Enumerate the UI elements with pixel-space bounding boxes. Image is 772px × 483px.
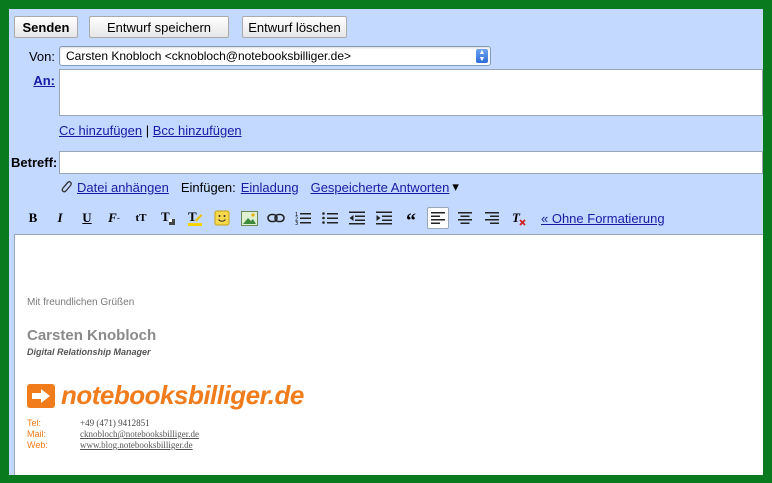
- svg-text:T: T: [512, 210, 521, 225]
- mail-value[interactable]: cknobloch@notebooksbilliger.de: [80, 429, 199, 439]
- indent-less-icon[interactable]: [346, 207, 368, 229]
- invitation-link[interactable]: Einladung: [241, 180, 299, 195]
- bold-icon[interactable]: B: [22, 207, 44, 229]
- align-right-icon[interactable]: [481, 207, 503, 229]
- logo-text: notebooksbilliger.de: [61, 380, 304, 410]
- to-field[interactable]: [59, 69, 763, 116]
- dropdown-arrow-icon[interactable]: ▾: [452, 179, 459, 195]
- paperclip-icon: [59, 179, 73, 195]
- delete-draft-button[interactable]: Entwurf löschen: [242, 16, 347, 38]
- svg-text:3: 3: [295, 221, 298, 225]
- remove-formatting-icon[interactable]: T: [508, 207, 530, 229]
- tel-key: Tel:: [27, 418, 42, 428]
- web-value[interactable]: www.blog.notebooksbilliger.de: [80, 440, 193, 450]
- font-size-icon[interactable]: tT: [130, 207, 152, 229]
- add-bcc-link[interactable]: Bcc hinzufügen: [153, 123, 242, 138]
- insert-label: Einfügen:: [180, 179, 236, 195]
- subject-field[interactable]: [59, 151, 763, 174]
- align-center-icon[interactable]: [454, 207, 476, 229]
- from-select[interactable]: Carsten Knobloch <cknobloch@notebooksbil…: [59, 46, 491, 66]
- emoticon-icon[interactable]: [211, 207, 233, 229]
- svg-text:T: T: [188, 209, 197, 224]
- bullet-list-icon[interactable]: [319, 207, 341, 229]
- font-icon[interactable]: F-: [103, 207, 125, 229]
- saved-replies-link[interactable]: Gespeicherte Antworten: [311, 180, 450, 195]
- add-cc-link[interactable]: Cc hinzufügen: [59, 123, 142, 138]
- indent-more-icon[interactable]: [373, 207, 395, 229]
- quote-icon[interactable]: “: [400, 207, 422, 231]
- web-key: Web:: [27, 440, 48, 450]
- send-button[interactable]: Senden: [14, 16, 78, 38]
- formatting-toolbar: B I U F- tT T T 123 “ T « Ohne Formatier…: [22, 207, 665, 231]
- attach-row: Datei anhängen Einfügen: Einladung Gespe…: [59, 179, 459, 195]
- to-label-link[interactable]: An:: [19, 73, 55, 88]
- from-label: Von:: [28, 49, 55, 64]
- select-arrows-icon: ▲ ▼: [476, 49, 488, 63]
- from-select-value: Carsten Knobloch <cknobloch@notebooksbil…: [66, 49, 352, 63]
- image-icon[interactable]: [238, 207, 260, 229]
- link-icon[interactable]: [265, 207, 287, 229]
- company-logo: notebooksbilliger.de: [27, 380, 304, 411]
- tel-value: +49 (471) 9412851: [80, 418, 150, 428]
- text-color-icon[interactable]: T: [157, 207, 179, 229]
- signature-name: Carsten Knobloch: [27, 327, 157, 344]
- plain-text-link[interactable]: « Ohne Formatierung: [541, 211, 665, 226]
- message-body-editor[interactable]: Mit freundlichen Grüßen Carsten Knobloch…: [14, 234, 763, 475]
- svg-text:T: T: [161, 209, 170, 224]
- attach-file-link[interactable]: Datei anhängen: [77, 180, 169, 195]
- subject-label: Betreff:: [11, 155, 58, 170]
- cc-bcc-separator: |: [145, 123, 150, 138]
- numbered-list-icon[interactable]: 123: [292, 207, 314, 229]
- mail-key: Mail:: [27, 429, 47, 439]
- signature-title: Digital Relationship Manager: [27, 347, 151, 357]
- highlight-icon[interactable]: T: [184, 207, 206, 229]
- cc-bcc-links: Cc hinzufügen | Bcc hinzufügen: [59, 123, 242, 138]
- compose-window: Senden Entwurf speichern Entwurf löschen…: [9, 9, 763, 475]
- italic-icon[interactable]: I: [49, 207, 71, 229]
- save-draft-button[interactable]: Entwurf speichern: [89, 16, 229, 38]
- underline-icon[interactable]: U: [76, 207, 98, 229]
- align-left-icon[interactable]: [427, 207, 449, 229]
- signature-greeting: Mit freundlichen Grüßen: [27, 297, 135, 308]
- logo-arrow-icon: [27, 383, 55, 408]
